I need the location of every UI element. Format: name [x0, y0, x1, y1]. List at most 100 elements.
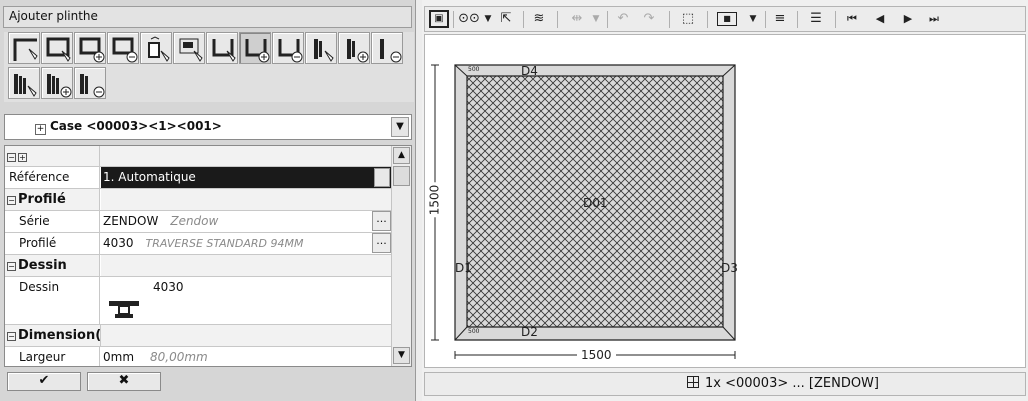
remove-frame-tool-icon [112, 37, 138, 63]
expand-all-icon[interactable]: + [18, 153, 27, 162]
layers-icon[interactable]: ≋ [529, 10, 549, 28]
pointer-icon[interactable]: ⇱ [497, 10, 515, 28]
profile-value[interactable]: 4030 TRAVERSE STANDARD 94MM ... [101, 233, 391, 254]
add-multi-profile-tool-button[interactable] [41, 67, 73, 99]
scroll-up-icon[interactable]: ▲ [393, 147, 410, 164]
remove-u-tool-icon [278, 39, 303, 63]
serie-browse-button[interactable]: ... [372, 211, 391, 231]
ok-button[interactable]: ✔ [7, 372, 81, 391]
dropdown-arrow-icon[interactable]: ▼ [591, 10, 601, 28]
drawing-row: Dessin 4030 [5, 277, 391, 325]
select-profile-tool-icon [314, 39, 334, 62]
corner-label-bottom-left: 500 [468, 328, 480, 335]
remove-u-tool-button[interactable] [272, 32, 304, 64]
collapse-icon[interactable]: − [7, 332, 16, 341]
remove-multi-profile-tool-button[interactable] [74, 67, 106, 99]
profile-section-row[interactable]: − Profilé [5, 189, 391, 211]
width-dimension: 1500 [577, 348, 616, 362]
case-selector[interactable]: + Case <00003><1><001> ▼ [4, 114, 412, 140]
add-profile-tool-button[interactable] [338, 32, 370, 64]
drawing-label: Dessin [5, 277, 100, 324]
vertical-scrollbar[interactable]: ▲ ▼ [391, 146, 411, 366]
profile-label-top[interactable]: D4 [521, 64, 538, 78]
tool-palette [4, 32, 414, 102]
profile-label-right[interactable]: D3 [721, 261, 738, 275]
select-frame-tool-button[interactable] [41, 32, 73, 64]
width-label: Largeur [5, 347, 100, 366]
profile-label: Profilé [5, 233, 100, 254]
measure-icon[interactable]: ⇹ [565, 10, 589, 28]
properties-icon[interactable]: ☰ [805, 10, 827, 28]
previous-icon[interactable]: ◀ [871, 10, 889, 28]
first-icon[interactable]: ⏮ [843, 10, 861, 28]
select-inner-tool-button[interactable] [173, 32, 205, 64]
profile-label-left[interactable]: D1 [455, 261, 472, 275]
dropdown-arrow-icon[interactable]: ▼ [747, 10, 759, 28]
drawing-canvas[interactable]: D4 D1 D3 D2 D01 500 500 1500 1500 [424, 34, 1026, 368]
profile-label-bottom[interactable]: D2 [521, 325, 538, 339]
align-icon[interactable]: ≡ [771, 10, 789, 28]
reference-scroll[interactable] [374, 168, 390, 187]
next-icon[interactable]: ▶ [899, 10, 917, 28]
select-u-tool-icon [212, 39, 236, 62]
status-text: 1x <00003> ... [ZENDOW] [705, 376, 879, 391]
add-u-tool-icon [245, 39, 270, 63]
select-corner-tool-button[interactable] [8, 32, 40, 64]
expand-icon[interactable]: + [35, 124, 46, 135]
profile-browse-button[interactable]: ... [372, 233, 391, 253]
select-inner-tool-icon [179, 38, 203, 62]
add-frame-tool-icon [79, 37, 105, 63]
status-bar: 1x <00003> ... [ZENDOW] [424, 372, 1026, 396]
select-multi-profile-tool-icon [14, 74, 37, 97]
case-label: Case <00003><1><001> [50, 119, 222, 133]
panel-title: Ajouter plinthe [3, 6, 412, 28]
cancel-button[interactable]: ✖ [87, 372, 161, 391]
remove-frame-tool-button[interactable] [107, 32, 139, 64]
view-mode-icon[interactable]: ▣ [429, 10, 449, 28]
drawing-toolbar: ▣ ⊙⊙ ▼ ⇱ ≋ ⇹ ▼ ↶ ↷ ⬚ ■ ▼ ≡ ☰ ⏮ ◀ ▶ ⏭ [424, 6, 1026, 32]
panel-label-center[interactable]: D01 [583, 196, 608, 210]
select-corner-tool-icon [13, 38, 38, 61]
reference-value[interactable]: 1. Automatique [101, 167, 391, 188]
add-profile-tool-icon [347, 39, 369, 63]
glasses-icon[interactable]: ⊙⊙ [457, 10, 481, 28]
drawing-panel: ▣ ⊙⊙ ▼ ⇱ ≋ ⇹ ▼ ↶ ↷ ⬚ ■ ▼ ≡ ☰ ⏮ ◀ ▶ ⏭ D4 … [422, 0, 1028, 401]
undo-icon[interactable]: ↶ [613, 10, 633, 28]
select-frame-tool-icon [46, 37, 71, 62]
add-multi-profile-tool-icon [47, 74, 72, 98]
reference-row[interactable]: Référence 1. Automatique [5, 167, 391, 189]
dimension-section-row[interactable]: − Dimension( [5, 325, 391, 347]
scroll-down-icon[interactable]: ▼ [393, 347, 410, 364]
select-profile-tool-button[interactable] [305, 32, 337, 64]
dropdown-arrow-icon[interactable]: ▼ [483, 10, 493, 28]
grid-icon [687, 376, 699, 388]
chevron-down-icon[interactable]: ▼ [391, 117, 409, 137]
remove-profile-tool-button[interactable] [371, 32, 403, 64]
corner-label-top-left: 500 [468, 66, 480, 73]
select-u-tool-button[interactable] [206, 32, 238, 64]
collapse-all-icon[interactable]: − [7, 153, 16, 162]
property-grid: − + Référence 1. Automatique − Profilé Sér… [4, 145, 412, 367]
profile-row[interactable]: Profilé 4030 TRAVERSE STANDARD 94MM ... [5, 233, 391, 255]
place-item-tool-button[interactable] [140, 32, 172, 64]
width-value[interactable]: 0mm 80,00mm [101, 347, 391, 366]
width-row[interactable]: Largeur 0mm 80,00mm [5, 347, 391, 366]
drawing-section-row[interactable]: − Dessin [5, 255, 391, 277]
serie-row[interactable]: Série ZENDOW Zendow ... [5, 211, 391, 233]
select-multi-profile-tool-button[interactable] [8, 67, 40, 99]
remove-multi-profile-tool-icon [80, 74, 105, 98]
collapse-icon[interactable]: − [7, 196, 16, 205]
left-panel: Ajouter plinthe + Case <00003><1><001> ▼ … [0, 0, 416, 401]
add-u-tool-button[interactable] [239, 32, 271, 64]
collapse-icon[interactable]: − [7, 262, 16, 271]
last-icon[interactable]: ⏭ [925, 10, 943, 28]
height-dimension: 1500 [427, 182, 442, 218]
add-frame-tool-button[interactable] [74, 32, 106, 64]
remove-profile-tool-icon [380, 39, 402, 63]
frame-view-icon[interactable]: ■ [717, 12, 737, 26]
serie-value[interactable]: ZENDOW Zendow ... [101, 211, 391, 232]
serie-label: Série [5, 211, 100, 232]
zoom-window-icon[interactable]: ⬚ [677, 10, 699, 28]
scroll-thumb[interactable] [393, 166, 410, 186]
redo-icon[interactable]: ↷ [639, 10, 659, 28]
